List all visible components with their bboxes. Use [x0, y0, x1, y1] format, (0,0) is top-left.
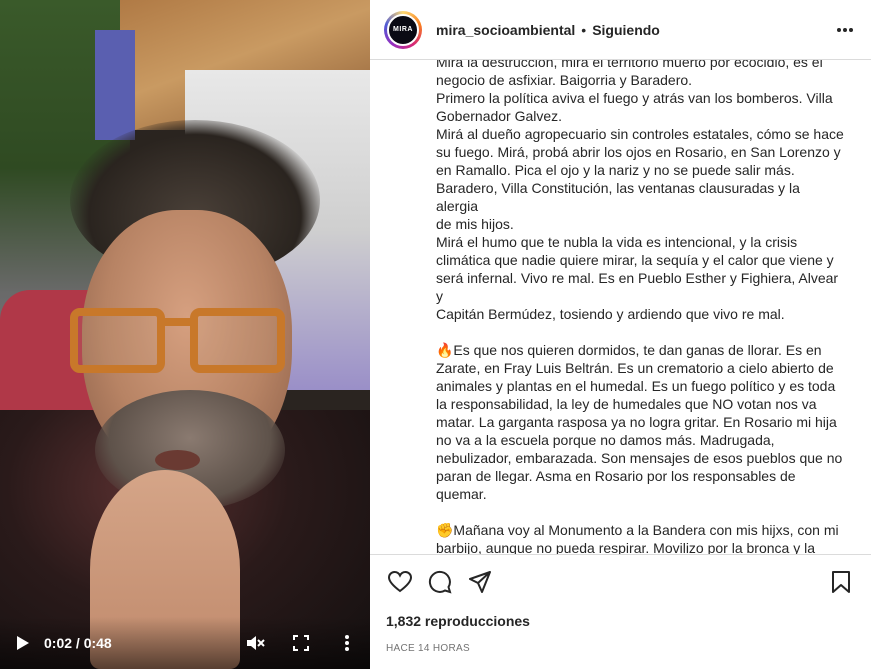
- caption-line: Capitán Bermúdez, tosiendo y ardiendo qu…: [436, 306, 785, 322]
- share-button[interactable]: [466, 568, 494, 596]
- video-more-button[interactable]: [334, 630, 360, 656]
- video-controls: 0:02 / 0:48: [0, 617, 370, 669]
- video-time: 0:02 / 0:48: [44, 635, 112, 651]
- caption-line: Zarate, en Fray Luis Beltrán. Es un crem…: [436, 360, 834, 376]
- caption-scroll-area[interactable]: Mirá la destrucción, mirá el territorio …: [370, 60, 871, 554]
- caption-line: nebulizador, embarazada. Son mensajes de…: [436, 450, 843, 466]
- video-frame: [0, 0, 370, 669]
- caption-line: matar. La garganta rasposa ya no logra g…: [436, 414, 837, 430]
- separator-dot: •: [581, 21, 587, 38]
- post-modal: 0:02 / 0:48 MIRA mira_socioambiental • S…: [0, 0, 871, 669]
- play-icon: [17, 636, 29, 650]
- caption-line: Mirá el humo que te nubla la vida es int…: [436, 234, 798, 250]
- video-player[interactable]: 0:02 / 0:48: [0, 0, 370, 669]
- heart-icon: [388, 570, 412, 592]
- caption-line: no va a la escuela porque no damos más. …: [436, 432, 775, 448]
- caption-line: de mis hijos.: [436, 216, 514, 232]
- vertical-dots-icon: [345, 635, 349, 651]
- caption-line: Baradero, Villa Constitución, las ventan…: [436, 180, 800, 214]
- horizontal-dots-icon: [837, 27, 853, 32]
- caption-line: paran de llegar. Asma en Rosario por los…: [436, 468, 796, 484]
- username-link[interactable]: mira_socioambiental: [436, 22, 575, 38]
- play-button[interactable]: [10, 630, 36, 656]
- caption-line: negocio de asfixiar. Baigorria y Barader…: [436, 72, 693, 88]
- caption-line: Mirá al dueño agropecuario sin controles…: [436, 126, 844, 142]
- caption-line: la responsabilidad, la ley de humedales …: [436, 396, 817, 412]
- post-timestamp[interactable]: HACE 14 HORAS: [370, 634, 871, 662]
- caption-line: 🔥Es que nos quieren dormidos, te dan gan…: [436, 342, 822, 358]
- caption-paragraph: ✊Mañana voy al Monumento a la Bandera co…: [436, 521, 845, 554]
- fullscreen-icon: [293, 635, 309, 651]
- comment-bubble-icon: [428, 570, 452, 593]
- comment-button[interactable]: [426, 568, 454, 596]
- caption-line: su fuego. Mirá, probá abrir los ojos en …: [436, 144, 841, 160]
- caption-line: en Ramallo. Pica el ojo y la nariz y no …: [436, 162, 795, 178]
- caption-line: animales y plantas en el humedal. Es un …: [436, 378, 836, 394]
- post-side-panel: MIRA mira_socioambiental • Siguiendo Mir…: [370, 0, 871, 669]
- caption-text: Mirá la destrucción, mirá el territorio …: [436, 60, 845, 554]
- following-button[interactable]: Siguiendo: [592, 22, 660, 38]
- view-count: 1,832 reproducciones: [386, 613, 530, 629]
- caption-line: Mirá la destrucción, mirá el territorio …: [436, 60, 823, 70]
- save-button[interactable]: [827, 568, 855, 596]
- avatar-logo: MIRA: [387, 13, 419, 46]
- bookmark-icon: [832, 570, 850, 593]
- caption-line: Primero la política aviva el fuego y atr…: [436, 90, 833, 106]
- post-options-button[interactable]: [833, 18, 857, 42]
- avatar[interactable]: MIRA: [384, 10, 422, 49]
- paper-plane-icon: [469, 570, 491, 593]
- caption-line: quemar.: [436, 486, 487, 502]
- caption-line: será infernal. Vivo re mal. Es en Pueblo…: [436, 270, 839, 304]
- mute-button[interactable]: [242, 630, 268, 656]
- caption-line: ✊Mañana voy al Monumento a la Bandera co…: [436, 522, 839, 538]
- caption-line: barbijo, aunque no pueda respirar. Movil…: [436, 540, 816, 554]
- caption-paragraph: 🔥Es que nos quieren dormidos, te dan gan…: [436, 341, 845, 503]
- caption-paragraph: Mirá la destrucción, mirá el territorio …: [436, 60, 845, 323]
- action-bar: [370, 554, 871, 608]
- post-header: MIRA mira_socioambiental • Siguiendo: [370, 0, 871, 60]
- like-button[interactable]: [386, 568, 414, 596]
- caption-line: climática que nadie quiere mirar, la seq…: [436, 252, 834, 268]
- fullscreen-button[interactable]: [288, 630, 314, 656]
- muted-speaker-icon: [247, 636, 265, 650]
- caption-line: Gobernador Galvez.: [436, 108, 563, 124]
